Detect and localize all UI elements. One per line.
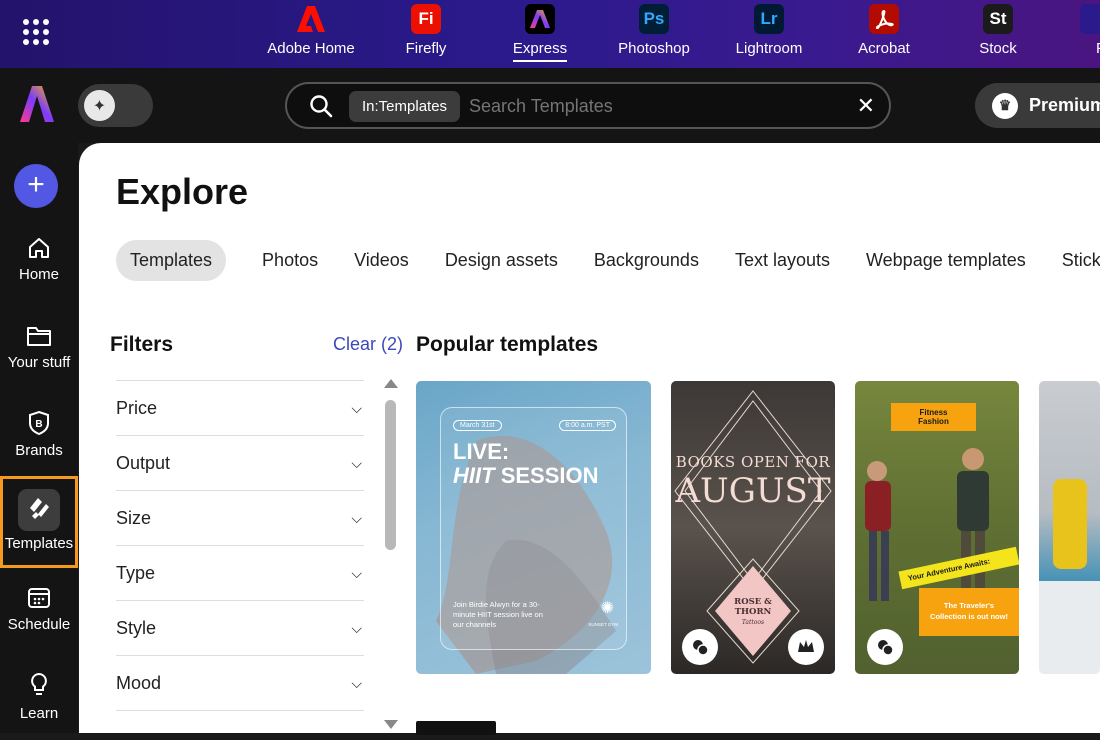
app-firefly[interactable]: Fi Firefly [371,4,481,57]
create-new-button[interactable]: + [14,164,58,208]
travel-promo: The Traveler's Collection is out now! [919,588,1019,636]
explore-panel: Explore Templates Photos Videos Design a… [79,143,1100,735]
clear-filters-link[interactable]: Clear (2) [333,334,403,355]
app-photoshop[interactable]: Ps Photoshop [599,4,709,57]
filter-mood[interactable]: Mood ⌵ [116,655,364,710]
hiit-brand: SUNSET GYM [588,622,618,627]
scroll-up-arrow[interactable] [384,379,398,388]
app-more[interactable]: F [1040,4,1100,57]
search-input[interactable] [469,92,829,120]
filter-style[interactable]: Style ⌵ [116,600,364,655]
premium-button[interactable]: ♛ Premium [975,83,1100,128]
filter-price[interactable]: Price ⌵ [116,380,364,435]
chevron-down-icon: ⌵ [351,455,362,471]
app-stock[interactable]: St Stock [943,4,1053,57]
chevron-down-icon: ⌵ [351,620,362,636]
nav-learn[interactable]: Learn [0,671,78,722]
filters-heading: Filters [110,333,174,356]
books-tag: ROSE & THORN Tattoos [734,597,772,626]
filter-type[interactable]: Type ⌵ [116,545,364,600]
home-icon [29,238,49,258]
acrobat-icon [869,4,899,34]
chevron-down-icon: ⌵ [351,675,362,691]
chevron-down-icon: ⌵ [351,565,362,581]
lightroom-icon: Lr [754,4,784,34]
app-grid-icon[interactable] [22,18,50,46]
stock-icon: St [983,4,1013,34]
tab-photos[interactable]: Photos [262,250,318,271]
hiit-time: 8:00 a.m. PST [559,420,616,431]
search-bar[interactable]: In:Templates ✕ [285,82,891,129]
scroll-down-arrow[interactable] [384,720,398,729]
spiral-logo-icon: ✺ [600,600,614,617]
premium-label: Premium [1029,95,1100,115]
ai-toggle[interactable]: ✦ [78,84,153,127]
clear-search-icon[interactable]: ✕ [857,92,875,120]
filters-scrollbar[interactable] [385,400,396,550]
tab-templates[interactable]: Templates [116,239,227,281]
express-icon [525,4,555,34]
app-adobe-home[interactable]: Adobe Home [256,4,366,57]
nav-schedule[interactable]: Schedule [0,584,78,633]
premium-crown-icon [788,629,824,665]
crown-icon: ♛ [992,92,1018,119]
search-icon [310,95,333,118]
search-scope-chip[interactable]: In:Templates [349,91,461,122]
animated-badge-icon [682,629,718,665]
tab-stickers[interactable]: Stickers [1062,250,1100,271]
app-express[interactable]: Express [485,4,595,62]
nav-home[interactable]: Home [0,236,78,283]
nav-brands[interactable]: B Brands [0,410,78,459]
travel-brand: Fitness Fashion [891,403,976,431]
books-line2: AUGUST [675,471,831,511]
tab-design-assets[interactable]: Design assets [445,250,558,271]
books-line1: BOOKS OPEN FOR [675,453,831,471]
hiit-title: LIVE: HIIT SESSION [453,439,599,488]
templates-icon [18,489,60,531]
firefly-icon: Fi [411,4,441,34]
calendar-icon [28,588,50,608]
popular-templates-heading: Popular templates [416,333,599,356]
chevron-down-icon: ⌵ [351,400,362,416]
chevron-down-icon: ⌵ [351,510,362,526]
animated-badge-icon [867,629,903,665]
app-acrobat[interactable]: Acrobat [829,4,939,57]
folder-icon [27,327,51,346]
brand-shield-icon: B [29,410,49,436]
adobe-home-icon [296,4,326,34]
explore-tabs: Templates Photos Videos Design assets Ba… [116,239,1100,281]
tab-videos[interactable]: Videos [354,250,409,271]
filter-output[interactable]: Output ⌵ [116,435,364,490]
page-title: Explore [116,171,249,212]
filter-more[interactable] [116,710,364,740]
photoshop-icon: Ps [639,4,669,34]
app-switcher-bar: Adobe Home Fi Firefly Express Ps Photosh… [0,0,1100,68]
lightbulb-icon [31,672,47,695]
hiit-date: March 31st [453,420,502,431]
tab-backgrounds[interactable]: Backgrounds [594,250,699,271]
template-card-cleaning[interactable] [1039,381,1100,674]
tab-text-layouts[interactable]: Text layouts [735,250,830,271]
hiit-frame: March 31st 8:00 a.m. PST LIVE: HIIT SESS… [440,407,627,650]
app-lightroom[interactable]: Lr Lightroom [714,4,824,57]
nav-templates[interactable]: Templates [0,476,78,568]
cleaning-image [1039,479,1100,674]
sparkle-icon: ✦ [84,90,115,121]
template-card-hiit[interactable]: March 31st 8:00 a.m. PST LIVE: HIIT SESS… [416,381,651,674]
hiit-body: Join Birdie Alwyn for a 30-minute HIIT s… [453,600,543,629]
svg-text:B: B [35,419,42,430]
nav-your-stuff[interactable]: Your stuff [0,324,78,371]
express-logo-icon[interactable] [20,86,54,122]
tab-webpage-templates[interactable]: Webpage templates [866,250,1026,271]
filter-size[interactable]: Size ⌵ [116,490,364,545]
app-icon [1080,4,1100,34]
